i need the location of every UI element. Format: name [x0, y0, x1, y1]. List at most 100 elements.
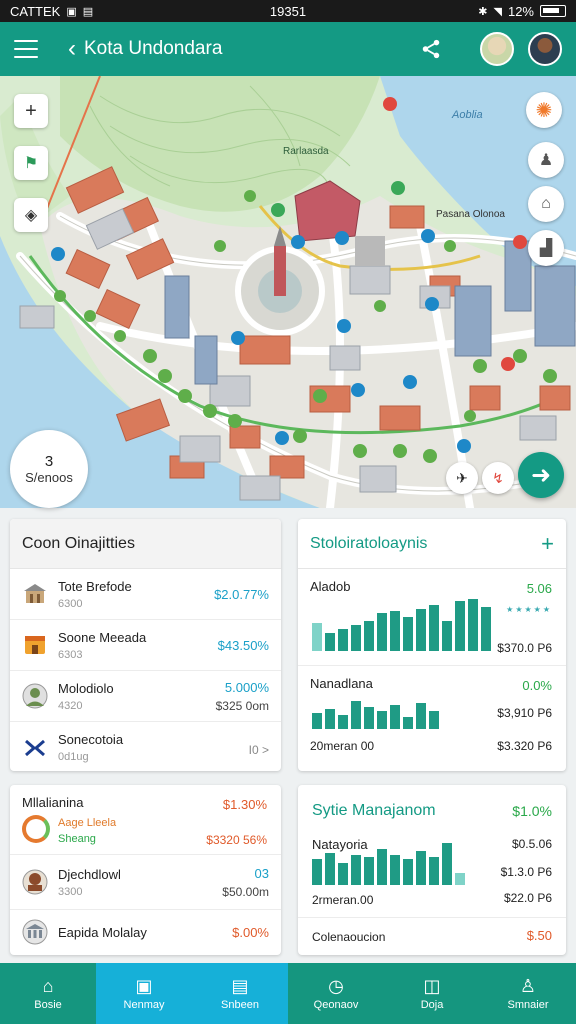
card-title: Coon Oinajitties [10, 519, 281, 569]
person-icon[interactable]: ♟ [528, 142, 564, 178]
row-value: $.50 [526, 928, 552, 943]
stat-name: Nanadlana [310, 676, 373, 691]
compass-icon[interactable]: ✈ [446, 462, 478, 494]
stat-block[interactable]: Natayoria $0.5.06 $1.3.0 P6 $22.0 P6 2rm… [298, 837, 566, 917]
stat-block[interactable]: Nanadlana 0.0% $3,910 P6 $3.320 P6 20mer… [298, 666, 566, 763]
service-sub-secondary: Sheang [58, 833, 96, 845]
list-item[interactable]: Djechdlowl 3300 03 $50.00m [10, 855, 281, 910]
row-amount: $325 0om [215, 698, 269, 713]
mini-bar-chart [312, 839, 465, 885]
service-value: $3320 56% [206, 833, 267, 847]
building-icon[interactable]: ⌂ [528, 186, 564, 222]
weather-sun-icon[interactable]: ✺ [526, 92, 562, 128]
stats-icon[interactable]: ▟ [528, 230, 564, 266]
app-bar: ‹ Kota Undondara [0, 22, 576, 76]
service-summary[interactable]: Mllalianina $1.30% Aage Lleela Sheang $3… [10, 785, 281, 855]
wifi-icon: ◥ [493, 5, 502, 18]
road-label: Pasana Olonoa [436, 209, 505, 220]
stat-value: $370.0 P6 [497, 641, 552, 655]
navigate-button[interactable]: ➜ [518, 452, 564, 498]
zoom-in-button[interactable]: + [14, 94, 48, 128]
street-label: Rarlaasda [283, 146, 329, 157]
list-item[interactable]: Soone Meeada 6303 $43.50% [10, 620, 281, 671]
row-sub: 3300 [58, 885, 83, 898]
bottom-navigation: ⌂ Bosie ▣ Nenmay ▤ Snbeen ◷ Qeonaov ◫ Do… [0, 963, 576, 1024]
population-stat[interactable]: 3 S/enoos [10, 430, 88, 508]
nav-tab-4[interactable]: ◷ Qeonaov [288, 963, 384, 1024]
system-management-card: Sytie Manajanom $1.0% Natayoria $0.5.06 … [298, 785, 566, 955]
landmark-icon [24, 584, 46, 603]
bluetooth-icon: ✱ [478, 5, 488, 18]
nav-label: Bosie [34, 998, 62, 1011]
avatar[interactable] [480, 32, 514, 66]
route-icon[interactable]: ↯ [482, 462, 514, 494]
list-item[interactable]: Molodiolo 4320 5.000% $325 0om [10, 671, 281, 722]
list-item[interactable]: Sonecotoia 0d1ug I0 > [10, 722, 281, 771]
status-bar: CATTEK ▣ ▤ 19351 ✱ ◥ 12% [0, 0, 576, 22]
nav-home[interactable]: ⌂ Bosie [0, 963, 96, 1024]
stat-value-tertiary: $22.0 P6 [503, 891, 552, 905]
layers-icon[interactable]: ◈ [14, 198, 48, 232]
app-screen: CATTEK ▣ ▤ 19351 ✱ ◥ 12% ‹ Kota Undondar… [0, 0, 576, 1024]
list-item[interactable]: Tote Brefode 6300 $2.0.77% [10, 569, 281, 620]
row-sub: 6300 [58, 597, 83, 610]
row-name: Molodiolo [58, 680, 114, 696]
card-title: Stoloiratoloaynis [310, 534, 428, 552]
back-button[interactable]: ‹ [68, 37, 76, 61]
page-title: Kota Undondara [84, 38, 223, 59]
row-amount: $50.00m [222, 884, 269, 899]
card-header: Sytie Manajanom $1.0% [298, 785, 566, 837]
nav-label: Snbeen [221, 998, 259, 1011]
share-icon[interactable] [420, 38, 442, 60]
service-percent: $1.30% [222, 797, 267, 812]
row-sub: 6303 [58, 648, 83, 661]
row-name: Sonecotoia [58, 732, 124, 747]
row-sub: 0d1ug [58, 751, 89, 763]
row-name: Djechdlowl [58, 866, 121, 882]
list-item[interactable]: Colenaoucion $.50 [298, 917, 566, 953]
stat-value: $3,910 P6 [497, 706, 552, 720]
row-more[interactable]: I0 > [249, 743, 269, 757]
nav-tab-6[interactable]: ♙ Smnaier [480, 963, 576, 1024]
progress-ring-icon [22, 815, 50, 843]
row-name: Eapida Molalay [58, 924, 147, 940]
nav-label: Nenmay [123, 998, 165, 1011]
stat-value-secondary: $3.320 P6 [497, 739, 552, 753]
row-value: $43.50% [217, 637, 269, 653]
row-name: Soone Meeada [58, 629, 147, 645]
person-avatar-icon [22, 869, 48, 895]
nav-label: Qeonaov [313, 998, 359, 1011]
doc-icon: ▣ [135, 975, 153, 996]
row-value: 03 [254, 865, 269, 881]
profile-icon: ♙ [519, 975, 537, 996]
communities-card: Coon Oinajitties Tote Brefode 6300 $2.0.7… [10, 519, 281, 771]
row-value: 5.000% [224, 679, 269, 695]
add-icon[interactable]: + [541, 531, 554, 557]
stat-value: $0.5.06 [511, 837, 552, 851]
bag-icon: ◫ [423, 975, 441, 996]
rating-stars: ★★★★★ [506, 605, 552, 614]
stat-name: Aladob [310, 579, 351, 594]
nav-tab-5[interactable]: ◫ Doja [384, 963, 480, 1024]
services-card: Mllalianina $1.30% Aage Lleela Sheang $3… [10, 785, 281, 955]
battery-percent: 12% [507, 3, 534, 19]
clock-icon: ◷ [328, 975, 344, 996]
stat-percent: 5.06 [526, 581, 552, 596]
card-title: Sytie Manajanom [312, 802, 436, 819]
home-icon: ⌂ [42, 975, 54, 996]
bank-icon [22, 919, 48, 945]
stat-block[interactable]: Aladob 5.06 ★★★★★ $370.0 P6 [298, 569, 566, 666]
walk-mode-icon[interactable]: ⚑ [14, 146, 48, 180]
user-avatar[interactable] [528, 32, 562, 66]
signal-icon: ▣ [66, 5, 77, 18]
list-item[interactable]: Eapida Molalay $.00% [10, 910, 281, 954]
mini-bar-chart [312, 693, 439, 729]
mini-bar-chart [312, 597, 491, 651]
city-map[interactable]: Aoblia Rarlaasda Pasana Olonoa + ⚑ ◈ ✺ ♟… [0, 76, 576, 508]
tools-icon [25, 739, 45, 756]
nav-tab-3[interactable]: ▤ Snbeen [192, 963, 288, 1024]
menu-button[interactable] [14, 40, 38, 58]
card-percent: $1.0% [512, 803, 552, 819]
nav-label: Doja [420, 998, 444, 1011]
nav-tab-2[interactable]: ▣ Nenmay [96, 963, 192, 1024]
